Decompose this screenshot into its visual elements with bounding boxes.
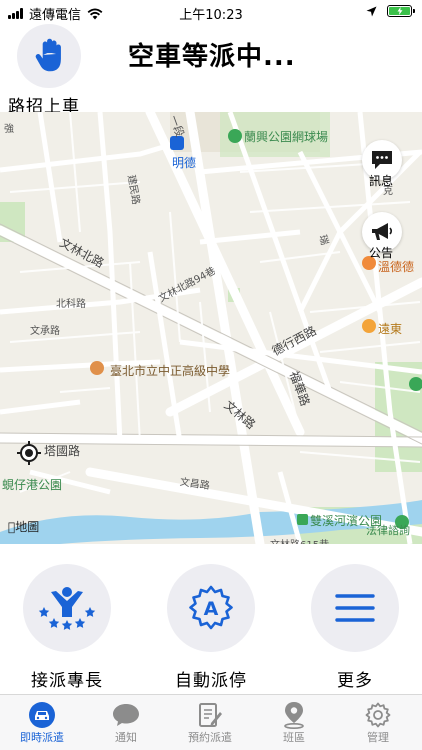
map-view[interactable]: 蘭興公園網球場 明德 一段 強 建民路 文林北路 文林北路94巷 北科路 文承路… <box>0 112 422 544</box>
map-pin-icon <box>284 702 304 729</box>
map-label: 強 <box>4 124 14 135</box>
map-label: 明德 <box>172 156 197 170</box>
tab-management[interactable]: 管理 <box>338 701 418 745</box>
tab-zones[interactable]: 班區 <box>254 701 334 745</box>
megaphone-icon <box>372 223 393 240</box>
page-title: 空車等派中... <box>128 42 296 72</box>
map-label: 文林路615巷 <box>270 536 329 544</box>
map-base <box>0 112 422 544</box>
dispatch-specialty-action[interactable]: 接派專長 <box>22 564 112 691</box>
street-hail-button[interactable] <box>17 24 81 88</box>
tab-management-label: 管理 <box>367 731 389 744</box>
star-person-icon <box>38 587 96 630</box>
map-label: 塔國路 <box>44 444 81 458</box>
tab-notifications[interactable]: 通知 <box>86 701 166 745</box>
locate-me-button[interactable] <box>14 438 44 468</box>
map-label: 法律諮詢 <box>366 524 410 537</box>
speech-bubble-icon <box>113 704 139 726</box>
dispatch-specialty-label: 接派專長 <box>31 671 103 691</box>
tab-zones-label: 班區 <box>283 731 305 744</box>
map-label: 文承路 <box>30 326 60 337</box>
maps-brand-label: 地圖 <box>8 520 39 534</box>
menu-icon <box>335 594 375 622</box>
map-label: 蘭興公園網球場 <box>244 130 329 144</box>
map-label: 遠東 <box>378 322 403 336</box>
map-label: 蜆仔港公園 <box>2 478 63 492</box>
auto-gear-icon: A <box>189 585 233 630</box>
status-time: 上午10:23 <box>179 8 243 23</box>
car-icon <box>29 702 55 728</box>
auto-dispatch-pause-action[interactable]: A 自動派停 <box>166 564 256 691</box>
tab-live-dispatch[interactable]: 即時派遣 <box>2 701 82 745</box>
maps-brand: 地圖 <box>8 518 39 535</box>
crosshair-icon <box>17 441 41 465</box>
location-arrow-icon <box>366 6 377 16</box>
auto-dispatch-pause-button[interactable]: A <box>167 564 255 652</box>
battery-icon <box>387 5 415 17</box>
auto-dispatch-pause-label: 自動派停 <box>175 671 247 691</box>
announcement-label: 公告 <box>369 246 394 260</box>
tab-bar: 即時派遣 通知 預約派遣 班區 管理 <box>0 694 422 750</box>
messages-label: 訊息 <box>369 174 394 188</box>
hand-icon <box>35 38 61 72</box>
chat-icon <box>372 151 392 169</box>
more-action[interactable]: 更多 <box>310 564 400 691</box>
more-button[interactable] <box>311 564 399 652</box>
dispatch-specialty-button[interactable] <box>23 564 111 652</box>
document-edit-icon <box>199 703 222 727</box>
map-label: 北科路 <box>56 299 86 310</box>
gear-icon <box>365 702 391 728</box>
status-bar: 遠傳電信 上午10:23 <box>0 0 422 24</box>
tab-scheduled-dispatch[interactable]: 預約派遣 <box>170 701 250 745</box>
tab-notifications-label: 通知 <box>115 731 137 744</box>
tab-scheduled-dispatch-label: 預約派遣 <box>188 731 232 744</box>
svg-text:A: A <box>204 598 219 620</box>
map-label: 臺北市立中正高級中學 <box>110 364 231 378</box>
action-panel: 接派專長 A 自動派停 更多 <box>0 544 422 694</box>
tab-live-dispatch-label: 即時派遣 <box>20 731 64 744</box>
more-label: 更多 <box>337 671 373 691</box>
